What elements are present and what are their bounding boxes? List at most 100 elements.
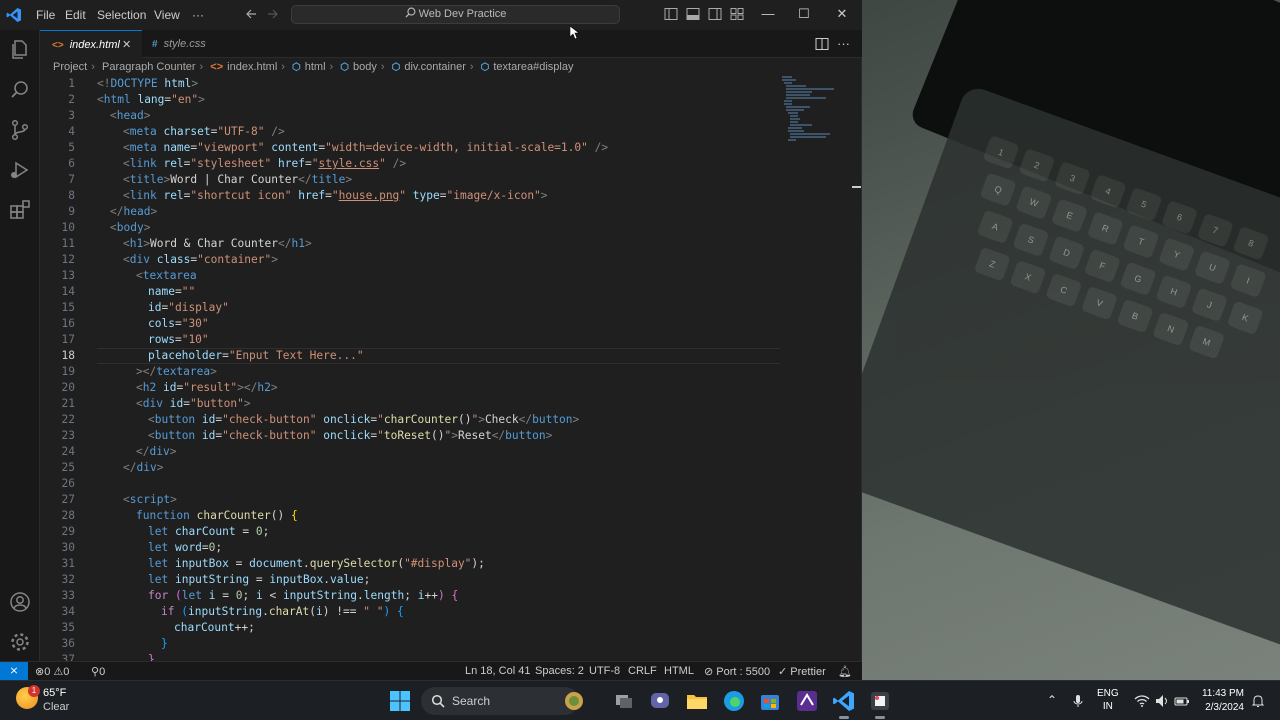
source-control-icon[interactable]	[8, 118, 32, 142]
port-label: Port : 5500	[716, 666, 771, 678]
weather-badge: 1	[28, 685, 40, 697]
show-hidden-icons-chevron-icon[interactable]: ⌃	[1044, 693, 1060, 709]
breadcrumb-item[interactable]: index.html	[227, 61, 277, 73]
teams-chat-icon[interactable]	[648, 689, 672, 713]
customize-layout-icon[interactable]	[730, 7, 744, 21]
edge-browser-icon[interactable]	[722, 689, 746, 713]
menu-more[interactable]: ···	[192, 8, 204, 22]
tab-style-css[interactable]: # style.css	[140, 30, 238, 58]
system-clock[interactable]: 11:43 PM 2/3/2024	[1196, 687, 1244, 715]
encoding[interactable]: UTF-8	[589, 665, 620, 677]
notifications-bell-icon[interactable]: 🔔︎	[838, 665, 852, 678]
language-mode[interactable]: HTML	[664, 665, 694, 677]
weather-temperature[interactable]: 65°F	[43, 687, 66, 699]
volume-icon[interactable]	[1154, 693, 1170, 709]
menu-file[interactable]: File	[36, 8, 55, 22]
end-of-line[interactable]: CRLF	[628, 665, 657, 677]
battery-icon[interactable]	[1174, 693, 1190, 709]
status-bar: ⨯ ⊗0 ⚠0 ⚲0 Ln 18, Col 41 Spaces: 2 UTF-8…	[0, 661, 862, 681]
menu-view[interactable]: View	[154, 8, 180, 22]
vscode-logo-icon[interactable]	[6, 7, 22, 23]
visual-studio-icon[interactable]	[795, 689, 819, 713]
html-file-icon: <>	[52, 40, 64, 51]
language-code: ENG	[1097, 688, 1119, 699]
toggle-primary-sidebar-icon[interactable]	[664, 7, 678, 21]
more-actions-icon[interactable]: ···	[837, 36, 850, 51]
clock-time: 11:43 PM	[1201, 688, 1244, 699]
microphone-icon[interactable]	[1070, 693, 1086, 709]
ports-indicator[interactable]: ⚲0	[91, 665, 105, 678]
breadcrumb-item[interactable]: div.container	[404, 61, 466, 73]
prettier-status[interactable]: ✓ Prettier	[778, 665, 826, 678]
active-app-indicator	[839, 716, 849, 719]
error-icon: ⊗	[35, 666, 45, 678]
editor-tab-bar: <> index.html ✕ # style.css ···	[40, 30, 862, 58]
mouse-cursor-icon	[570, 26, 580, 40]
vscode-taskbar-icon[interactable]	[832, 689, 856, 713]
element-icon: ⬡	[340, 62, 349, 73]
clock-date: 2/3/2024	[1205, 702, 1244, 713]
file-explorer-icon[interactable]	[685, 689, 709, 713]
command-center-label: Web Dev Practice	[418, 8, 507, 20]
tab-label: style.css	[163, 38, 206, 50]
task-view-icon[interactable]	[612, 689, 636, 713]
warning-count: 0	[63, 666, 70, 678]
run-debug-icon[interactable]	[8, 158, 32, 182]
toggle-secondary-sidebar-icon[interactable]	[708, 7, 722, 21]
problems-indicator[interactable]: ⊗0 ⚠0	[35, 665, 69, 678]
taskbar-search-label: Search	[452, 694, 491, 708]
breadcrumb-item[interactable]: body	[353, 61, 377, 73]
tab-label: index.html	[69, 39, 120, 51]
scroll-position-indicator[interactable]	[852, 186, 861, 188]
wifi-icon[interactable]	[1134, 693, 1150, 709]
extensions-icon[interactable]	[8, 198, 32, 222]
command-center[interactable]: Web Dev Practice	[291, 5, 620, 24]
maximize-icon[interactable]: ☐	[796, 6, 812, 22]
remote-indicator[interactable]: ⨯	[0, 662, 28, 681]
breadcrumb: Project › Paragraph Counter › <> index.html…	[53, 61, 574, 73]
windows-start-icon[interactable]	[388, 689, 412, 713]
split-editor-icon[interactable]	[815, 37, 829, 51]
weather-condition[interactable]: Clear	[43, 701, 69, 713]
active-app-indicator	[875, 716, 885, 719]
search-highlight-icon[interactable]	[562, 689, 586, 713]
menu-edit[interactable]: Edit	[65, 8, 86, 22]
store-icon[interactable]	[758, 689, 782, 713]
breadcrumb-item[interactable]: Project	[53, 61, 87, 73]
minimap[interactable]	[780, 76, 850, 146]
settings-gear-icon[interactable]	[8, 630, 32, 654]
cursor-position[interactable]: Ln 18, Col 41	[465, 665, 530, 677]
breadcrumb-item[interactable]: html	[305, 61, 326, 73]
check-double-icon: ✓	[778, 666, 788, 678]
menu-selection[interactable]: Selection	[97, 8, 146, 22]
code-editor[interactable]: 1 <!DOCTYPE html> 2 <html lang="en"> 3 <hea…	[40, 76, 780, 661]
account-icon[interactable]	[8, 590, 32, 614]
search-view-icon[interactable]	[8, 78, 32, 102]
minimize-icon[interactable]: —	[760, 6, 776, 22]
breadcrumb-item[interactable]: textarea#display	[493, 61, 573, 73]
warning-icon: ⚠	[53, 666, 64, 678]
explorer-icon[interactable]	[8, 38, 32, 62]
windows-taskbar: 1 65°F Clear Search ⌃ ENG IN 11:43 PM 2/3/…	[0, 680, 1280, 720]
indentation[interactable]: Spaces: 2	[535, 665, 584, 677]
input-language[interactable]: ENG IN	[1097, 687, 1119, 713]
toggle-panel-icon[interactable]	[686, 7, 700, 21]
broadcast-icon: ⊘	[704, 666, 714, 678]
notification-bell-icon[interactable]	[1250, 693, 1266, 709]
ports-icon: ⚲	[91, 666, 100, 678]
tab-index-html[interactable]: <> index.html ✕	[40, 30, 142, 58]
ports-count: 0	[99, 666, 106, 678]
css-file-icon: #	[152, 39, 158, 50]
breadcrumb-item[interactable]: Paragraph Counter	[102, 61, 196, 73]
close-window-icon[interactable]: ✕	[834, 6, 850, 22]
back-arrow-icon[interactable]	[244, 7, 258, 21]
forward-arrow-icon[interactable]	[266, 7, 280, 21]
error-count: 0	[44, 666, 51, 678]
snipping-tool-icon[interactable]	[868, 689, 892, 713]
close-tab-icon[interactable]: ✕	[122, 31, 131, 59]
element-icon: ⬡	[391, 62, 401, 73]
vscode-window: File Edit Selection View ··· Web Dev Pra…	[0, 0, 862, 681]
element-icon: ⬡	[480, 62, 490, 73]
live-server-port[interactable]: ⊘ Port : 5500	[704, 665, 770, 678]
title-bar: File Edit Selection View ··· Web Dev Pra…	[0, 0, 862, 30]
